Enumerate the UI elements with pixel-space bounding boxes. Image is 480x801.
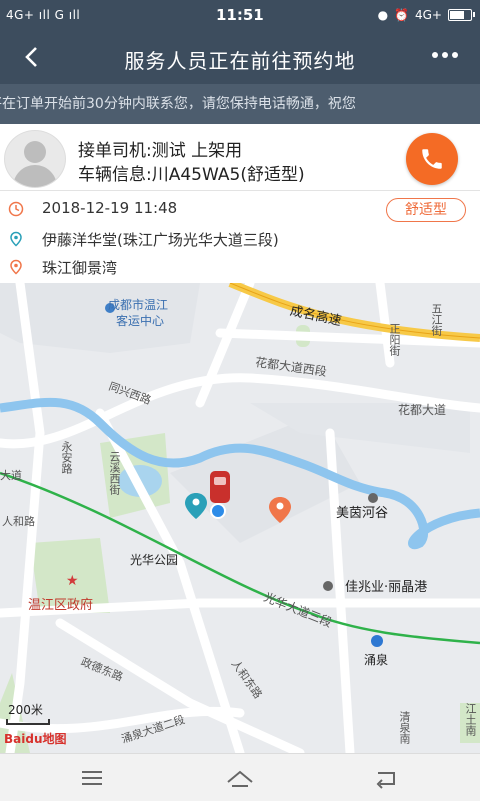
map-label-wujiang: 五江街 bbox=[430, 303, 443, 336]
destination-row: 珠江御景湾 bbox=[0, 253, 480, 281]
map-label-jiazhaoye: 佳兆业·丽晶港 bbox=[345, 580, 428, 595]
notice-text: 将在订单开始前30分钟内联系您，请您保持电话畅通，祝您 bbox=[0, 96, 356, 112]
location-icon: ● bbox=[377, 8, 389, 22]
more-button[interactable] bbox=[430, 42, 460, 75]
map-view[interactable]: ★ 成都市温江 客运中心 成名高速 花都大道西段 花都大道 同兴西路 云溪西街 … bbox=[0, 283, 480, 753]
phone-icon bbox=[422, 149, 442, 169]
map-label-meiyin: 美茵河谷 bbox=[336, 506, 389, 521]
system-nav-bar bbox=[0, 753, 480, 801]
avatar bbox=[4, 130, 66, 188]
network-label: 4G+ bbox=[415, 8, 442, 22]
pickup-address: 伊藤洋华堂(珠江广场光华大道三段) bbox=[42, 231, 279, 249]
map-label-zhengyang: 正阳街 bbox=[388, 323, 401, 356]
map-label-yunxi: 云溪西街 bbox=[108, 451, 121, 495]
baidu-logo: Baidu地图 bbox=[4, 732, 67, 746]
status-bar: 4G+ ıll G ıll 11:51 ● ⏰ 4G+ bbox=[0, 0, 480, 32]
signal-indicators: 4G+ ıll G ıll bbox=[6, 8, 81, 22]
pickup-pin-icon bbox=[10, 231, 22, 247]
map-scale-bar bbox=[6, 719, 50, 725]
metro-station-icon bbox=[371, 635, 383, 647]
home-icon bbox=[227, 770, 253, 787]
map-label-qingquan: 清泉南 bbox=[398, 711, 411, 744]
map-label-jiangshi: 江土南 bbox=[464, 703, 477, 736]
poi-icon-2 bbox=[323, 581, 333, 591]
driver-name: 接单司机:测试 上架用 bbox=[78, 141, 243, 161]
page-title: 服务人员正在前往预约地 bbox=[124, 49, 356, 73]
more-dots-icon bbox=[432, 52, 458, 58]
map-label-bus-station: 成都市温江 bbox=[108, 298, 169, 312]
alarm-icon: ⏰ bbox=[394, 8, 409, 22]
clock-icon bbox=[8, 201, 24, 217]
menu-icon bbox=[82, 771, 102, 785]
destination-address: 珠江御景湾 bbox=[42, 259, 118, 277]
status-time: 11:51 bbox=[216, 6, 264, 24]
call-driver-button[interactable] bbox=[406, 133, 458, 185]
map-label-dadao: 大道 bbox=[0, 469, 22, 482]
battery-icon bbox=[448, 9, 475, 21]
pickup-row: 伊藤洋华堂(珠江广场光华大道三段) bbox=[0, 225, 480, 253]
map-label-yongquan: 涌泉 bbox=[364, 653, 389, 667]
return-icon bbox=[376, 772, 395, 789]
menu-button[interactable] bbox=[72, 764, 112, 792]
car-marker-icon bbox=[210, 471, 230, 503]
map-label-guanghua-park: 光华公园 bbox=[130, 553, 179, 567]
map-label-huadu: 花都大道 bbox=[398, 403, 447, 417]
vehicle-info: 车辆信息:川A45WA5(舒适型) bbox=[78, 165, 305, 185]
current-location-dot bbox=[210, 503, 226, 519]
return-button[interactable] bbox=[366, 764, 406, 792]
status-right: ● ⏰ 4G+ bbox=[377, 8, 475, 22]
map-scale-label: 200米 bbox=[8, 703, 43, 717]
government-icon: ★ bbox=[66, 573, 79, 589]
header-bar: 服务人员正在前往预约地 bbox=[0, 32, 480, 84]
car-class-badge: 舒适型 bbox=[386, 198, 466, 222]
home-button[interactable] bbox=[220, 764, 260, 792]
map-label-yongan: 永安路 bbox=[60, 441, 73, 474]
map-label-renhe: 人和路 bbox=[2, 515, 35, 528]
destination-pin-icon bbox=[10, 259, 22, 275]
notice-banner: 将在订单开始前30分钟内联系您，请您保持电话畅通，祝您 bbox=[0, 84, 480, 124]
map-label-government: 温江区政府 bbox=[28, 598, 94, 613]
order-time: 2018-12-19 11:48 bbox=[42, 199, 178, 217]
map-label-bus-station-2: 客运中心 bbox=[116, 314, 165, 328]
